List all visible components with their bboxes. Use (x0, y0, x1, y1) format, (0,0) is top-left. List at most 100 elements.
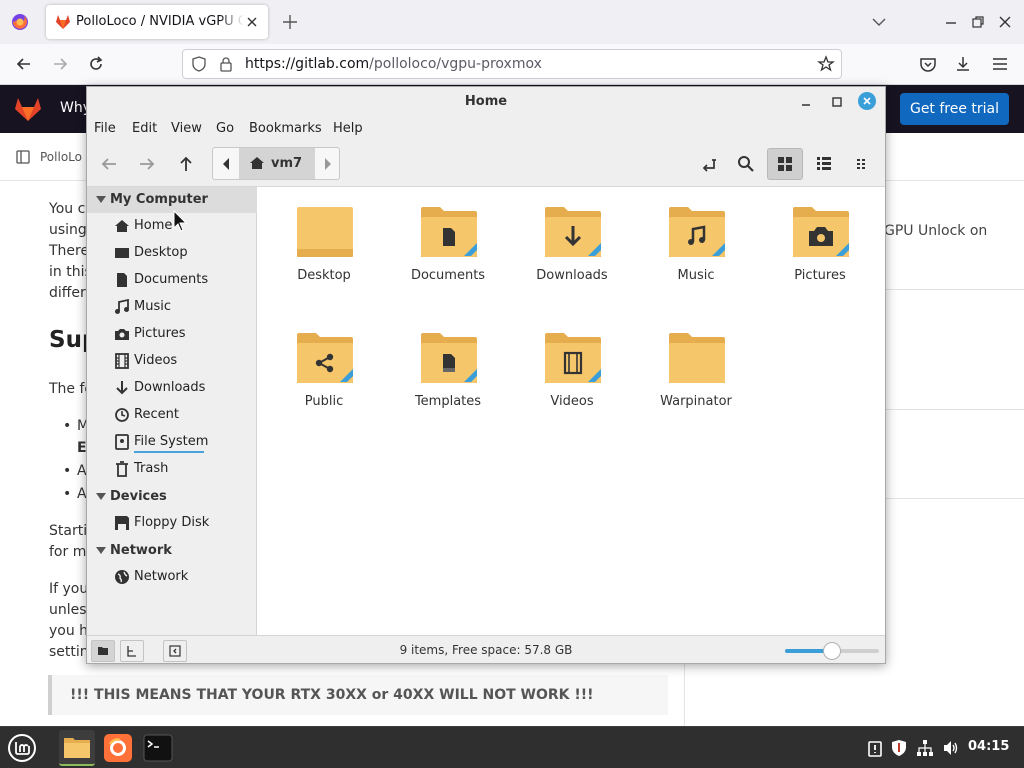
back-arrow-icon[interactable] (97, 152, 121, 176)
sidebar-item-downloads[interactable]: Downloads (87, 375, 257, 402)
volume-icon[interactable] (942, 739, 960, 757)
update-shield-icon[interactable] (890, 739, 908, 757)
linux-mint-logo-icon (8, 734, 36, 762)
clipboard-icon[interactable] (866, 739, 884, 757)
sidebar-item-recent[interactable]: Recent (87, 402, 257, 429)
maximize-icon[interactable] (830, 95, 844, 109)
compact-view-button[interactable] (845, 148, 881, 180)
path-left-arrow-icon[interactable] (221, 158, 231, 170)
firefox-logo-icon (104, 734, 132, 762)
icon-view-button[interactable] (767, 148, 803, 180)
home-icon (250, 157, 264, 169)
home-icon (115, 220, 129, 232)
sidebar-toggle-icon[interactable] (16, 150, 30, 164)
zoom-slider[interactable] (785, 642, 879, 660)
sidebar-item-music[interactable]: Music (87, 294, 257, 321)
forward-arrow-icon[interactable] (50, 54, 70, 74)
sidebar-item-label: Home (134, 218, 173, 233)
folder-icon (64, 738, 90, 758)
camera-icon (115, 329, 129, 340)
folder-templates[interactable]: Templates (393, 313, 503, 423)
folder-icon (669, 333, 725, 383)
folder-pictures[interactable]: Pictures (765, 187, 875, 297)
path-right-arrow-icon[interactable] (323, 158, 333, 170)
minimize-icon[interactable] (799, 95, 813, 109)
browser-tab[interactable]: PolloLoco / NVIDIA vGPU Gu (46, 5, 268, 39)
zoom-slider-handle[interactable] (823, 642, 841, 660)
sidebar-item-home[interactable]: Home (87, 213, 257, 240)
disk-usage-bar (134, 451, 204, 453)
taskbar-files-app[interactable] (59, 730, 95, 766)
window-titlebar[interactable]: Home (87, 87, 885, 117)
menu-view[interactable]: View (171, 121, 202, 136)
folder-public[interactable]: Public (269, 313, 379, 423)
file-view: Desktop Documents Downloads Music Pictur… (258, 187, 885, 635)
close-window-icon[interactable] (997, 14, 1013, 30)
lock-icon[interactable] (218, 56, 234, 72)
new-tab-icon[interactable] (281, 13, 299, 31)
menu-help[interactable]: Help (333, 121, 363, 136)
close-window-button[interactable] (858, 92, 876, 110)
folder-music[interactable]: Music (641, 187, 751, 297)
clock[interactable]: 04:15 (968, 739, 1009, 754)
download-icon[interactable] (953, 54, 973, 74)
reload-icon[interactable] (86, 54, 106, 74)
get-free-trial-button[interactable]: Get free trial (900, 93, 1009, 125)
up-arrow-icon[interactable] (174, 152, 198, 176)
window-title: Home (464, 94, 508, 109)
taskbar-terminal-app[interactable] (140, 730, 176, 766)
paragraph-fragment: for m (49, 544, 87, 560)
forward-arrow-icon[interactable] (135, 152, 159, 176)
pocket-icon[interactable] (918, 54, 938, 74)
paragraph-fragment: settin (49, 644, 89, 660)
menu-file[interactable]: File (94, 121, 116, 136)
folder-downloads[interactable]: Downloads (517, 187, 627, 297)
folder-videos[interactable]: Videos (517, 313, 627, 423)
path-segment-button[interactable]: vm7 (239, 148, 315, 179)
gitlab-logo-icon[interactable] (14, 96, 42, 122)
chevron-down-icon[interactable] (871, 14, 887, 30)
tab-title: PolloLoco / NVIDIA vGPU Gu (76, 14, 244, 29)
menu-bookmarks[interactable]: Bookmarks (249, 121, 322, 136)
folder-warpinator[interactable]: Warpinator (641, 313, 751, 423)
back-arrow-icon[interactable] (14, 54, 34, 74)
sidebar-item-videos[interactable]: Videos (87, 348, 257, 375)
firefox-logo-icon[interactable] (10, 12, 30, 32)
url-bar[interactable]: https://gitlab.com/polloloco/vgpu-proxmo… (182, 49, 842, 79)
folder-videos-icon (545, 333, 601, 383)
sidebar-item-desktop[interactable]: Desktop (87, 240, 257, 267)
breadcrumb[interactable]: PolloLo (40, 150, 82, 164)
sidebar-item-pictures[interactable]: Pictures (87, 321, 257, 348)
mint-menu-button[interactable] (4, 730, 40, 766)
bookmark-star-icon[interactable] (817, 55, 835, 73)
taskbar-firefox-app[interactable] (100, 730, 136, 766)
sidebar-item-label: Floppy Disk (134, 515, 210, 530)
sidebar-item-label: Recent (134, 407, 179, 422)
list-view-button[interactable] (806, 148, 842, 180)
sidebar-item-documents[interactable]: Documents (87, 267, 257, 294)
menu-edit[interactable]: Edit (132, 121, 157, 136)
documents-icon (117, 273, 127, 287)
sidebar-item-network[interactable]: Network (87, 564, 257, 591)
search-icon[interactable] (734, 152, 758, 176)
folder-documents[interactable]: Documents (393, 187, 503, 297)
sidebar-item-file-system[interactable]: File System (87, 429, 257, 456)
list-bullet: • (63, 418, 72, 434)
expander-arrow-icon (96, 547, 106, 554)
sidebar-item-floppy-disk[interactable]: Floppy Disk (87, 510, 257, 537)
sidebar-section-my-computer[interactable]: My Computer (87, 187, 257, 213)
folder-desktop[interactable]: Desktop (269, 187, 379, 297)
sidebar-item-trash[interactable]: Trash (87, 456, 257, 483)
open-terminal-icon[interactable] (697, 152, 721, 176)
grid-icon (778, 157, 792, 171)
restore-icon[interactable] (970, 14, 986, 30)
sidebar-section-devices[interactable]: Devices (87, 484, 257, 510)
status-text: 9 items, Free space: 57.8 GB (399, 643, 573, 657)
sidebar-section-network[interactable]: Network (87, 538, 257, 564)
close-tab-icon[interactable] (244, 14, 260, 30)
shield-icon[interactable] (191, 56, 207, 72)
minimize-icon[interactable] (943, 14, 959, 30)
network-wired-icon[interactable] (916, 739, 934, 757)
menu-go[interactable]: Go (216, 121, 234, 136)
hamburger-menu-icon[interactable] (990, 54, 1010, 74)
